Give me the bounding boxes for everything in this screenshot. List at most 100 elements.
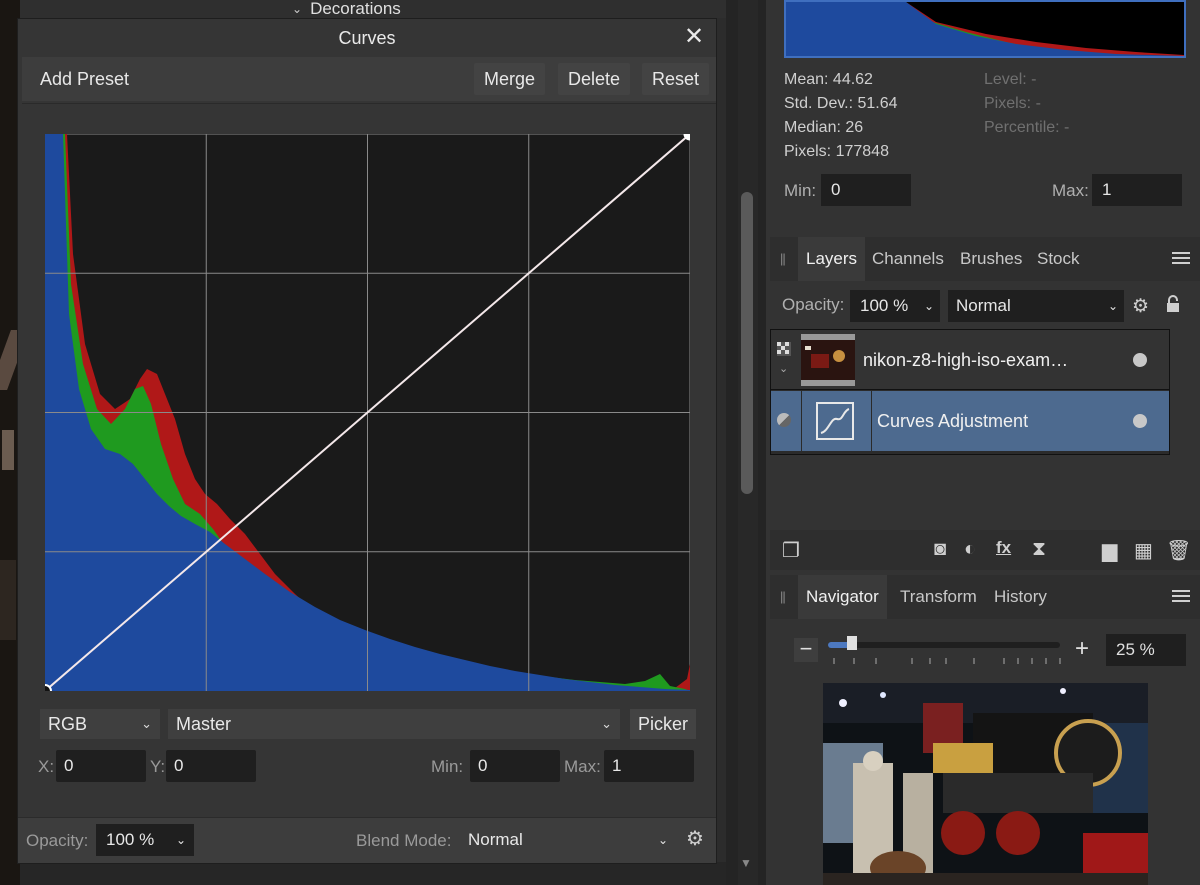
chevron-down-icon: ⌄ [141, 716, 152, 731]
stat-percentile: Percentile: - [984, 119, 1070, 136]
histogram-mini-blue [786, 2, 1184, 56]
layer-blend-select[interactable]: Normal ⌄ [948, 290, 1124, 322]
delete-button[interactable]: Delete [558, 63, 631, 95]
mode-select[interactable]: Master ⌄ [168, 709, 620, 739]
curve-editor[interactable] [45, 134, 690, 691]
zoom-slider[interactable] [828, 642, 1060, 648]
hourglass-icon[interactable]: ⧗ [1032, 538, 1046, 561]
tab-transform[interactable]: Transform [892, 575, 985, 619]
layers-toolbar: Opacity: 100 % ⌄ Normal ⌄ ⚙ [770, 281, 1200, 329]
histogram-graph [786, 2, 1184, 56]
opacity-label: Opacity: [26, 831, 89, 850]
zoom-control: − + 25 % [770, 620, 1200, 680]
layer-row-selected[interactable]: Curves Adjustment [771, 391, 1169, 451]
curve-graph[interactable] [45, 134, 690, 691]
chevron-down-icon: ⌄ [923, 299, 934, 313]
blend-mode-label: Blend Mode: [356, 831, 452, 850]
histogram-max-label: Max: [1052, 181, 1089, 200]
channel-select[interactable]: RGB ⌄ [40, 709, 160, 739]
duplicate-icon[interactable]: ❐ [782, 538, 800, 563]
tab-layers[interactable]: Layers [798, 237, 866, 281]
curves-dialog: Curves ✕ Add Preset Merge Delete Reset R… [17, 18, 717, 864]
layer-thumbnail [801, 334, 855, 386]
drag-handle-icon[interactable]: || [780, 589, 786, 604]
y-field[interactable]: 0 [166, 750, 256, 782]
channel-select-value: RGB [48, 714, 88, 734]
scroll-down-icon[interactable]: ▼ [740, 856, 752, 870]
layers-tabbar: || Layers Channels Brushes Stock [770, 237, 1200, 281]
close-icon[interactable]: ✕ [680, 23, 708, 51]
layer-opacity-select[interactable]: 100 % ⌄ [850, 290, 940, 322]
stat-std-dev: Std. Dev.: 51.64 [784, 95, 898, 112]
checkerboard-icon [777, 342, 791, 356]
zoom-in-button[interactable]: + [1070, 637, 1094, 662]
add-pixel-layer-icon[interactable]: ▦ [1134, 538, 1153, 563]
decorations-section-header[interactable]: ⌄ Decorations [292, 0, 401, 18]
histogram-min-label: Min: [784, 181, 817, 200]
tab-stock[interactable]: Stock [1029, 237, 1088, 281]
layers-action-bar: ❐ ◙ ◐ fx ⧗ ▆ ▦ 🗑 [770, 530, 1200, 570]
menu-icon[interactable] [1172, 249, 1190, 267]
tab-navigator[interactable]: Navigator [798, 575, 887, 619]
histogram-min-field[interactable]: 0 [821, 174, 911, 206]
navigator-preview[interactable] [823, 683, 1148, 885]
chevron-down-icon: ⌄ [292, 2, 303, 16]
max-label: Max: [564, 757, 601, 776]
dialog-footer: Opacity: 100 % ⌄ Blend Mode: Normal ⌄ ⚙ [18, 817, 716, 863]
histogram-max-field[interactable]: 1 [1092, 174, 1182, 206]
decorations-label: Decorations [310, 0, 401, 18]
menu-icon[interactable] [1172, 587, 1190, 605]
mask-icon[interactable]: ◙ [934, 538, 946, 561]
layer-row[interactable]: ⌄ nikon-z8-high-iso-exam… [771, 330, 1169, 390]
visibility-dot-icon[interactable] [1133, 414, 1147, 428]
navigator-tabbar: || Navigator Transform History [770, 575, 1200, 619]
zoom-slider-handle[interactable] [847, 636, 857, 650]
max-field[interactable]: 1 [604, 750, 694, 782]
stat-mean: Mean: 44.62 [784, 71, 873, 88]
blend-mode-select[interactable]: Normal ⌄ [464, 824, 676, 856]
stat-level: Level: - [984, 71, 1037, 88]
studio-panel: Mean: 44.62 Std. Dev.: 51.64 Median: 26 … [766, 0, 1200, 885]
tab-channels[interactable]: Channels [864, 237, 952, 281]
visibility-dot-icon[interactable] [1133, 353, 1147, 367]
zoom-ticks [833, 658, 1061, 664]
chevron-down-icon: ⌄ [601, 716, 612, 731]
chevron-down-icon[interactable]: ⌄ [779, 362, 788, 375]
gear-icon[interactable]: ⚙ [686, 828, 708, 850]
layer-name: Curves Adjustment [877, 411, 1029, 431]
curves-icon [816, 402, 854, 440]
y-label: Y: [150, 757, 166, 776]
folder-icon[interactable]: ▆ [1102, 538, 1117, 563]
trash-icon[interactable]: 🗑 [1166, 538, 1191, 563]
scrollbar-thumb[interactable] [741, 192, 753, 494]
layer-name: nikon-z8-high-iso-exam… [863, 350, 1069, 370]
gear-icon[interactable]: ⚙ [1132, 295, 1149, 318]
background-panel-bottom [20, 862, 726, 885]
adjustment-icon[interactable]: ◐ [964, 538, 976, 561]
stat-median: Median: 26 [784, 119, 864, 136]
divider [22, 103, 716, 104]
layer-opacity-value: 100 % [860, 296, 909, 315]
add-preset-button[interactable]: Add Preset [30, 63, 139, 95]
lock-icon[interactable] [1166, 295, 1180, 313]
tab-history[interactable]: History [986, 575, 1055, 619]
layers-list: ⌄ nikon-z8-high-iso-exam… Curves Adjustm… [770, 329, 1170, 455]
x-field[interactable]: 0 [56, 750, 146, 782]
reset-button[interactable]: Reset [642, 63, 710, 95]
layer-blend-value: Normal [956, 296, 1011, 315]
blend-mode-value: Normal [468, 830, 523, 849]
merge-button[interactable]: Merge [474, 63, 546, 95]
chevron-down-icon: ⌄ [175, 833, 186, 847]
drag-handle-icon[interactable]: || [780, 251, 786, 266]
picker-button[interactable]: Picker [630, 709, 696, 739]
histogram-display [784, 0, 1186, 58]
min-label: Min: [431, 757, 464, 776]
opacity-select[interactable]: 100 % ⌄ [96, 824, 194, 856]
tab-brushes[interactable]: Brushes [952, 237, 1030, 281]
zoom-value-field[interactable]: 25 % [1106, 634, 1186, 666]
min-field[interactable]: 0 [470, 750, 560, 782]
zoom-out-button[interactable]: − [794, 638, 818, 662]
opacity-value: 100 % [106, 830, 155, 849]
stat-pixels-selected: Pixels: - [984, 95, 1041, 112]
fx-icon[interactable]: fx [996, 538, 1011, 558]
